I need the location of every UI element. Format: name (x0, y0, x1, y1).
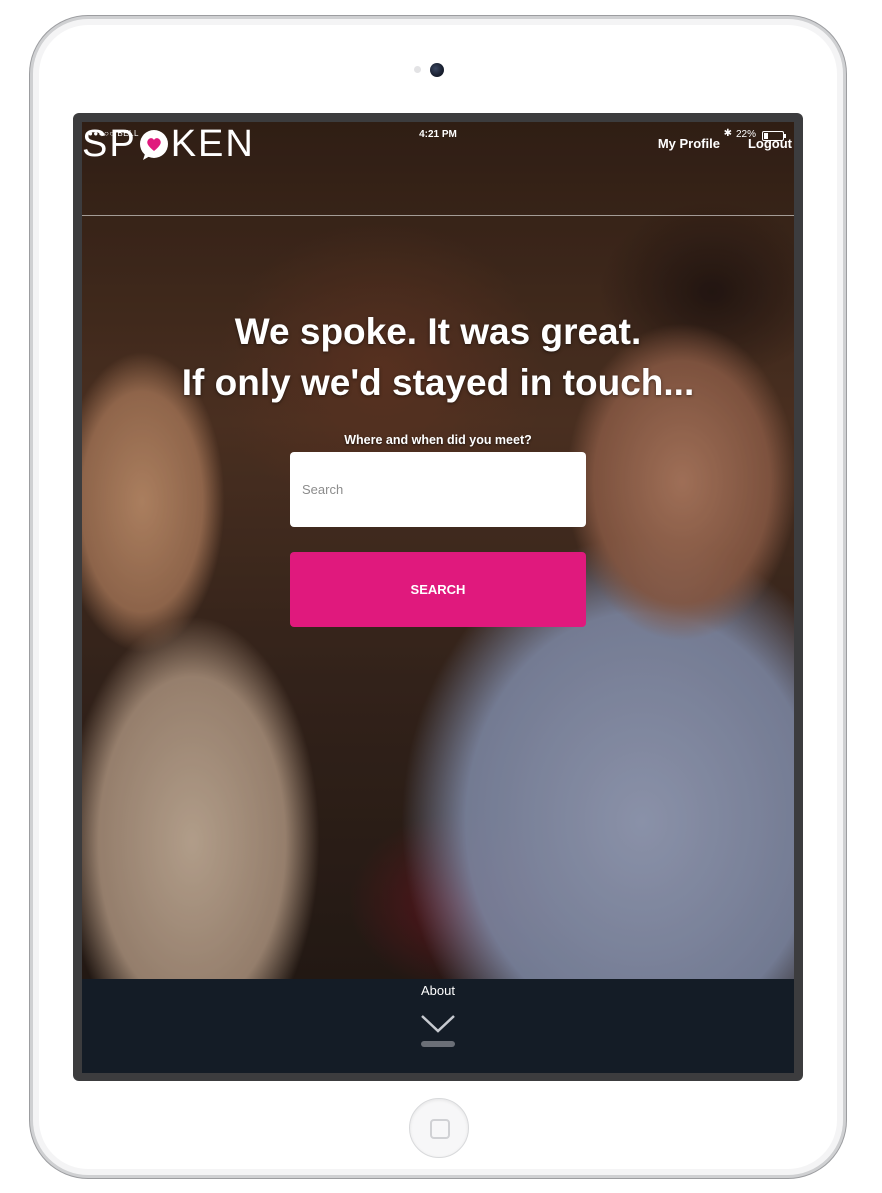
search-input[interactable] (290, 452, 586, 527)
footer-bar: About (82, 979, 794, 1073)
header-divider (82, 215, 794, 216)
camera-icon (430, 63, 444, 77)
headline-line-1: We spoke. It was great. (234, 311, 642, 352)
logout-link[interactable]: Logout (748, 136, 792, 151)
search-button[interactable]: SEARCH (290, 552, 586, 627)
search-prompt: Where and when did you meet? (344, 433, 532, 447)
about-link[interactable]: About (82, 983, 794, 998)
heart-bubble-icon (138, 128, 170, 160)
scroll-indicator (421, 1041, 455, 1047)
app-screen: ●●●○○ BELL 4:21 PM ✱ 22% SP KEN My Profi… (82, 122, 794, 1073)
proximity-sensor (414, 66, 421, 73)
top-nav: My Profile Logout (658, 136, 792, 151)
home-button[interactable] (409, 1098, 469, 1158)
chevron-down-icon[interactable] (420, 1013, 456, 1035)
logo-text-left: SP (82, 122, 137, 165)
headline-line-2: If only we'd stayed in touch... (181, 362, 695, 403)
my-profile-link[interactable]: My Profile (658, 136, 720, 151)
hero-headline: We spoke. It was great. If only we'd sta… (82, 306, 794, 408)
hero-background-photo (82, 122, 794, 979)
logo-text-right: KEN (170, 122, 255, 165)
spoken-logo[interactable]: SP KEN (82, 122, 255, 165)
